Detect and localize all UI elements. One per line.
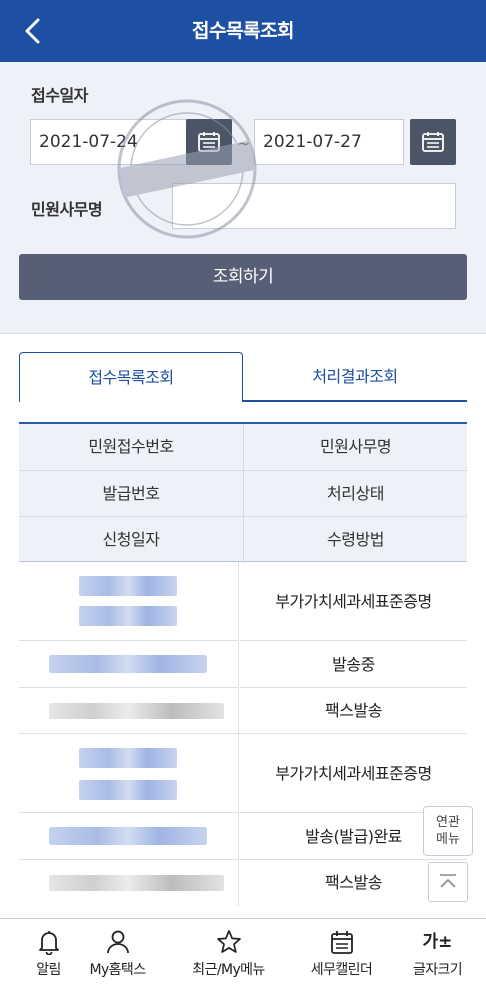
col-receipt-number: 민원접수번호 bbox=[88, 437, 174, 456]
issue-number-cell bbox=[19, 813, 239, 860]
related-menu-line1: 연관 bbox=[436, 815, 460, 830]
star-icon bbox=[170, 929, 287, 955]
table-header: 민원접수번호 민원사무명 발급번호 처리상태 신청일자 수령방법 bbox=[19, 422, 467, 563]
application-date-cell bbox=[19, 860, 239, 906]
col-application-date: 신청일자 bbox=[102, 530, 160, 549]
related-menu-line2: 메뉴 bbox=[436, 832, 460, 847]
application-date-cell bbox=[19, 688, 239, 734]
page-title: 접수목록조회 bbox=[192, 20, 294, 42]
nav-label: My홈택스 bbox=[89, 962, 146, 978]
chevron-up-icon bbox=[440, 874, 456, 888]
date-separator: ~ bbox=[237, 134, 251, 153]
nav-label: 글자크기 bbox=[412, 962, 463, 978]
bottom-nav: 알림 My홈택스 최근/My메뉴 세무캘린더 가± 글자크기 bbox=[0, 918, 486, 986]
end-calendar-button[interactable] bbox=[410, 119, 456, 165]
related-menu-button[interactable]: 연관 메뉴 bbox=[423, 806, 473, 856]
tab-processing-result[interactable]: 처리결과조회 bbox=[243, 352, 467, 402]
date-label: 접수일자 bbox=[31, 86, 88, 105]
app-header: 접수목록조회 bbox=[0, 0, 486, 62]
nav-font-size[interactable]: 가± 글자크기 bbox=[389, 919, 486, 986]
end-date-field[interactable]: 2021-07-27 bbox=[254, 119, 404, 165]
delivery-method-cell: 팩스발송 bbox=[325, 701, 382, 720]
service-name-cell: 부가가치세과세표준증명 bbox=[240, 734, 467, 813]
table-row[interactable]: 부가가치세과세표준증명 발송중 팩스발송 bbox=[19, 562, 467, 734]
col-service-name: 민원사무명 bbox=[243, 424, 467, 470]
nav-my-hometax[interactable]: My홈택스 bbox=[69, 919, 166, 986]
tab-bar: 접수목록조회 처리결과조회 bbox=[19, 352, 467, 402]
issue-number-cell bbox=[19, 641, 239, 688]
scroll-top-button[interactable] bbox=[428, 862, 468, 902]
search-panel: 접수일자 2021-07-24 ~ 2021-07-27 민원사무명 조회하기 bbox=[0, 62, 486, 334]
receipt-number-cell bbox=[19, 734, 239, 813]
service-name-cell: 부가가치세과세표준증명 bbox=[240, 562, 467, 641]
col-delivery-method: 수령방법 bbox=[243, 517, 467, 563]
status-cell: 발송중 bbox=[240, 641, 467, 688]
col-status: 처리상태 bbox=[243, 471, 467, 517]
font-size-glyph: 가± bbox=[422, 932, 453, 952]
calendar-icon bbox=[198, 132, 220, 152]
nav-label: 최근/My메뉴 bbox=[192, 962, 265, 978]
civil-service-name-label: 민원사무명 bbox=[31, 200, 103, 219]
receipt-number-cell bbox=[19, 562, 239, 641]
calendar-icon bbox=[293, 929, 390, 955]
nav-tax-calendar[interactable]: 세무캘린더 bbox=[293, 919, 390, 986]
tab-receipt-list[interactable]: 접수목록조회 bbox=[19, 352, 243, 402]
col-issue-number: 발급번호 bbox=[102, 484, 160, 503]
table-row[interactable]: 부가가치세과세표준증명 발송(발급)완료 팩스발송 bbox=[19, 734, 467, 906]
search-button[interactable]: 조회하기 bbox=[19, 254, 467, 300]
person-icon bbox=[69, 929, 166, 955]
nav-label: 세무캘린더 bbox=[310, 962, 373, 978]
start-calendar-button[interactable] bbox=[186, 119, 232, 165]
calendar-icon bbox=[422, 132, 444, 152]
civil-service-name-input[interactable] bbox=[172, 183, 456, 229]
nav-recent-my-menu[interactable]: 최근/My메뉴 bbox=[170, 919, 287, 986]
font-size-icon: 가± bbox=[389, 929, 486, 955]
